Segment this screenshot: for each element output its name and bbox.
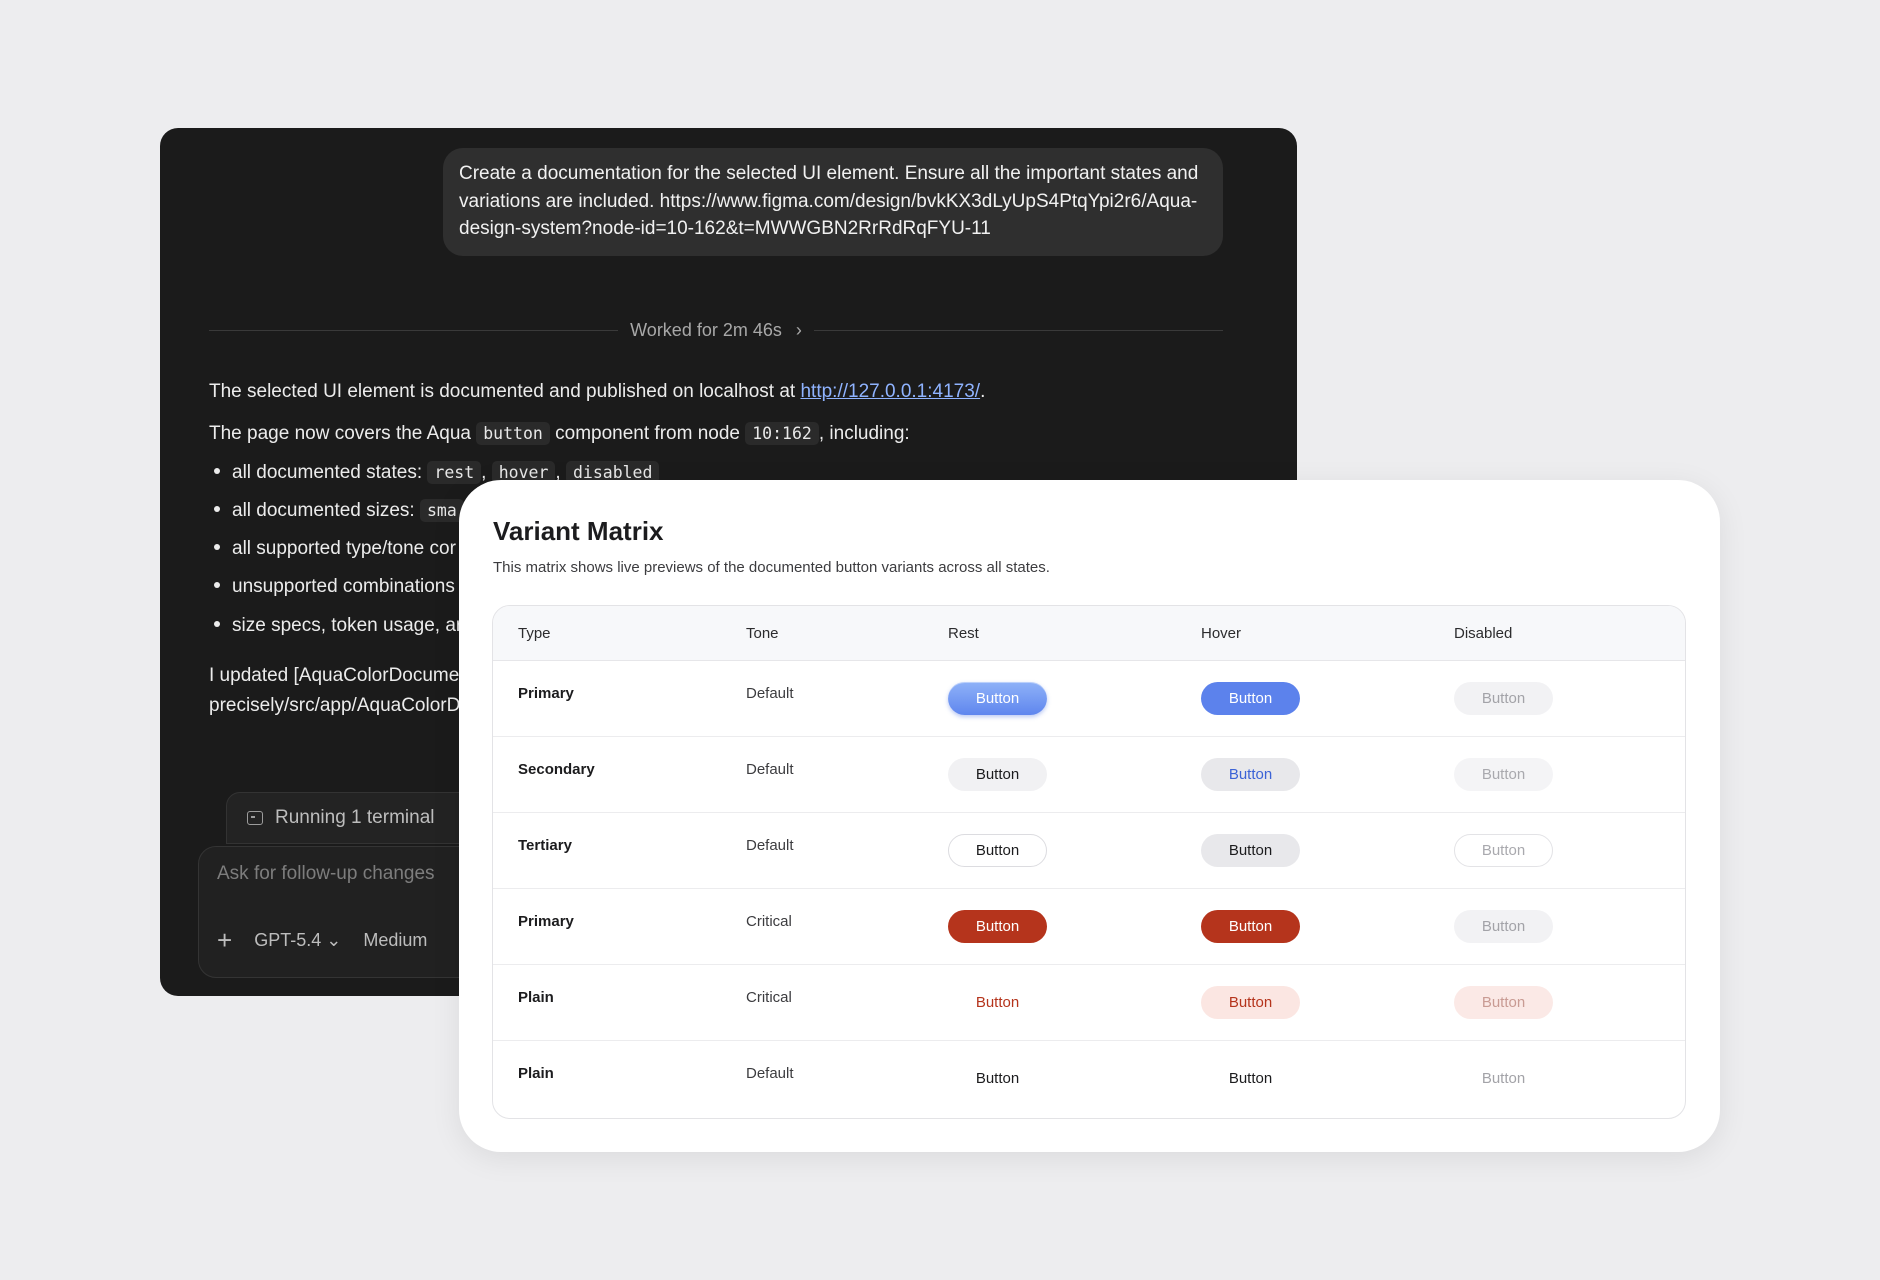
variant-matrix-card: Variant Matrix This matrix shows live pr… [459,480,1720,1152]
row-tone: Critical [746,989,792,1006]
table-header: Type Tone Rest Hover Disabled [493,606,1685,661]
primary-default-rest-button[interactable]: Button [948,682,1047,715]
table-row: Secondary Default Button Button Button [493,737,1685,813]
bullet-specs: size specs, token usage, ar [214,612,462,640]
plain-critical-hover-button[interactable]: Button [1201,986,1300,1019]
row-tone: Default [746,685,794,702]
bullet-unsupported: unsupported combinations [214,573,455,601]
table-row: Plain Critical Button Button Button [493,965,1685,1041]
header-tone: Tone [746,624,779,642]
header-rest: Rest [948,624,979,642]
bullet-dot [214,467,220,474]
bullet-dot [214,620,220,627]
row-tone: Default [746,1065,794,1082]
bullet-text: size specs, token usage, ar [232,615,463,636]
model-label: GPT-5.4 [254,929,322,950]
row-type: Primary [518,913,574,930]
bullet-text: unsupported combinations [232,576,455,597]
chevron-down-icon: ⌄ [326,929,342,950]
text-segment: component from node [549,423,746,444]
matrix-subtitle: This matrix shows live previews of the d… [493,559,1050,576]
worked-duration-toggle[interactable]: Worked for 2m 46s › [618,320,814,341]
bullet-text: all supported type/tone cor [232,538,456,559]
assistant-line-coverage: The page now covers the Aqua button comp… [209,420,1209,448]
primary-critical-rest-button[interactable]: Button [948,910,1047,943]
localhost-link[interactable]: http://127.0.0.1:4173/ [800,381,980,402]
bullet-dot [214,581,220,588]
worked-duration-label: Worked for 2m 46s [630,319,782,340]
bullet-text: all documented states: [232,462,423,483]
row-type: Plain [518,1065,554,1082]
inline-code-rest: rest [427,461,482,484]
text-segment: The selected UI element is documented an… [209,381,801,402]
text-segment: . [980,381,986,402]
row-type: Tertiary [518,837,572,854]
row-type: Primary [518,685,574,702]
row-tone: Default [746,761,794,778]
chevron-right-icon: › [795,319,802,340]
tertiary-default-hover-button[interactable]: Button [1201,834,1300,867]
primary-default-disabled-button: Button [1454,682,1553,715]
table-row: Tertiary Default Button Button Button [493,813,1685,889]
plain-default-hover-button[interactable]: Button [1201,1062,1300,1095]
plus-icon[interactable]: + [217,927,232,953]
primary-critical-hover-button[interactable]: Button [1201,910,1300,943]
row-tone: Critical [746,913,792,930]
table-row: Primary Critical Button Button Button [493,889,1685,965]
table-row: Plain Default Button Button Button [493,1041,1685,1117]
terminal-label: Running 1 terminal [275,807,435,828]
terminal-icon [247,811,263,825]
plain-critical-disabled-button: Button [1454,986,1553,1019]
bullet-type-tone: all supported type/tone cor [214,535,456,563]
row-type: Secondary [518,761,595,778]
secondary-default-rest-button[interactable]: Button [948,758,1047,791]
effort-selector[interactable]: Medium [363,930,427,951]
plain-default-rest-button[interactable]: Button [948,1062,1047,1095]
plain-default-disabled-button: Button [1481,1070,1526,1087]
follow-up-input[interactable]: Ask for follow-up changes [217,863,435,885]
composer-toolbar: + GPT-5.4 ⌄ Medium [217,927,427,953]
header-type: Type [518,624,551,642]
tertiary-default-rest-button[interactable]: Button [948,834,1047,867]
divider-line-left [209,329,619,331]
secondary-default-hover-button[interactable]: Button [1201,758,1300,791]
user-message-bubble: Create a documentation for the selected … [443,148,1223,256]
plain-critical-rest-button[interactable]: Button [948,986,1047,1019]
inline-code-size: sma [420,499,464,522]
primary-default-hover-button[interactable]: Button [1201,682,1300,715]
divider-line-right [813,329,1224,331]
worked-divider[interactable]: Worked for 2m 46s › [209,318,1224,342]
matrix-title: Variant Matrix [493,516,664,546]
inline-code-button: button [476,422,550,445]
text-segment: The page now covers the Aqua [209,423,477,444]
header-hover: Hover [1201,624,1242,642]
table-row: Primary Default Button Button Button [493,661,1685,737]
primary-critical-disabled-button: Button [1454,910,1553,943]
secondary-default-disabled-button: Button [1454,758,1553,791]
row-type: Plain [518,989,554,1006]
variant-table: Type Tone Rest Hover Disabled Primary De… [492,605,1686,1119]
bullet-text: all documented sizes: [232,500,415,521]
bullet-dot [214,505,220,512]
model-selector[interactable]: GPT-5.4 ⌄ [254,930,341,951]
inline-code-node: 10:162 [745,422,819,445]
bullet-sizes: all documented sizes: sma [214,497,464,525]
text-segment: , including: [818,423,910,444]
bullet-dot [214,543,220,550]
row-tone: Default [746,837,794,854]
tertiary-default-disabled-button: Button [1454,834,1553,867]
assistant-line-published: The selected UI element is documented an… [209,378,1209,406]
header-disabled: Disabled [1454,624,1513,642]
